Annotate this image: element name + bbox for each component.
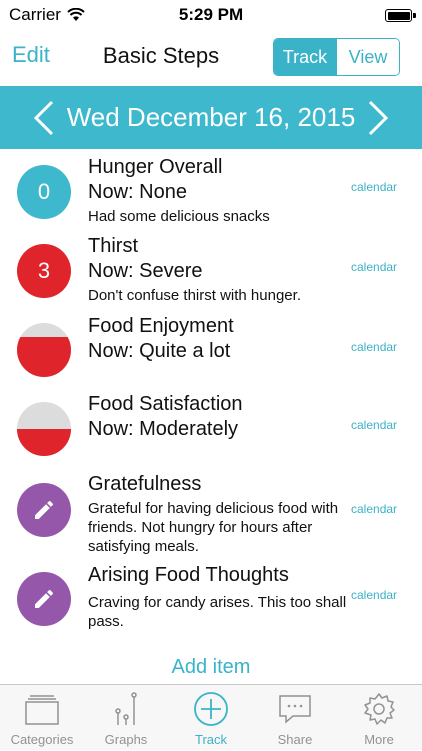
tab-more[interactable]: More — [337, 685, 421, 751]
add-circle-icon — [194, 692, 228, 726]
item-title: Arising Food Thoughts — [88, 564, 289, 586]
list-item-hunger-overall[interactable]: 0 Hunger Overall Now: None Had some deli… — [0, 150, 422, 230]
tab-share[interactable]: Share — [253, 685, 337, 751]
item-note: Grateful for having delicious food with … — [88, 500, 339, 555]
pencil-icon — [35, 589, 54, 608]
list-item-gratefulness[interactable]: Gratefulness Grateful for having delicio… — [0, 468, 422, 560]
next-day-button[interactable] — [362, 100, 392, 136]
calendar-link[interactable]: calendar — [351, 502, 397, 516]
item-current-level: Now: Quite a lot — [88, 340, 231, 362]
tab-label: Categories — [10, 732, 74, 747]
list-item-food-enjoyment[interactable]: Food Enjoyment Now: Quite a lot calendar — [0, 310, 422, 388]
list-item-arising-food-thoughts[interactable]: Arising Food Thoughts Craving for candy … — [0, 560, 422, 632]
item-title: Food Enjoyment — [88, 315, 234, 337]
track-view-segmented-control: Track View — [273, 38, 400, 76]
level-indicator: 0 — [17, 165, 71, 219]
status-bar: Carrier 5:29 PM — [0, 0, 422, 32]
tab-label: Track — [194, 732, 228, 747]
nav-bar: Edit Basic Steps Track View — [0, 32, 422, 84]
clock: 5:29 PM — [178, 5, 244, 24]
tab-track[interactable]: Track — [169, 685, 253, 751]
pencil-icon — [35, 500, 54, 519]
current-date: Wed December 16, 2015 — [66, 102, 356, 132]
tab-bar: Categories Graphs Track Share More — [0, 684, 422, 750]
calendar-link[interactable]: calendar — [351, 260, 397, 274]
graphs-icon — [115, 692, 137, 725]
item-current-level: Now: Severe — [88, 260, 203, 282]
calendar-link[interactable]: calendar — [351, 418, 397, 432]
tab-graphs[interactable]: Graphs — [84, 685, 168, 751]
item-note: Don't confuse thirst with hunger. — [88, 287, 301, 304]
note-indicator — [17, 572, 71, 626]
item-note: Had some delicious snacks — [88, 208, 270, 225]
item-current-level: Now: None — [88, 181, 187, 203]
item-title: Gratefulness — [88, 473, 202, 495]
calendar-link[interactable]: calendar — [351, 588, 397, 602]
level-fill — [17, 429, 71, 456]
tab-label: Share — [277, 732, 313, 747]
segment-view[interactable]: View — [336, 39, 399, 75]
list-item-thirst[interactable]: 3 Thirst Now: Severe Don't confuse thirs… — [0, 230, 422, 310]
item-title: Hunger Overall — [88, 156, 223, 178]
calendar-link[interactable]: calendar — [351, 340, 397, 354]
categories-icon — [25, 695, 59, 725]
segment-track[interactable]: Track — [274, 39, 336, 75]
item-title: Thirst — [88, 235, 138, 257]
gear-icon — [364, 693, 395, 725]
tab-categories[interactable]: Categories — [0, 685, 84, 751]
list-item-food-satisfaction[interactable]: Food Satisfaction Now: Moderately calend… — [0, 388, 422, 468]
calendar-link[interactable]: calendar — [351, 180, 397, 194]
share-icon — [279, 695, 311, 724]
level-number: 0 — [37, 179, 51, 204]
level-fill — [17, 336, 71, 377]
date-bar: Wed December 16, 2015 — [0, 86, 422, 149]
item-title: Food Satisfaction — [88, 393, 243, 415]
level-number: 3 — [37, 258, 51, 283]
chevron-right-icon — [368, 100, 389, 136]
level-indicator — [17, 323, 71, 377]
add-item-button[interactable]: Add item — [0, 656, 422, 679]
level-indicator: 3 — [17, 244, 71, 298]
tab-label: Graphs — [104, 732, 148, 747]
tab-label: More — [364, 732, 394, 747]
note-indicator — [17, 483, 71, 537]
item-note: Craving for candy arises. This too shall… — [88, 594, 347, 630]
item-current-level: Now: Moderately — [88, 418, 239, 440]
battery-icon — [385, 9, 416, 22]
level-indicator — [17, 402, 71, 456]
